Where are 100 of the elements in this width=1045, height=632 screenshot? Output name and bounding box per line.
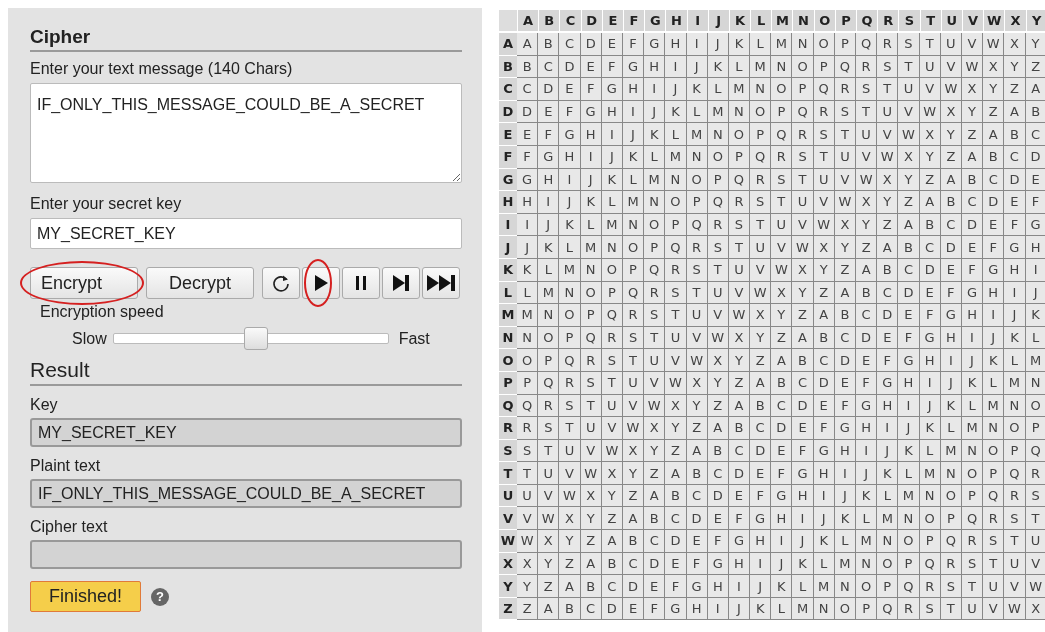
table-cell: E xyxy=(898,304,920,327)
table-cell: X xyxy=(898,145,920,169)
table-cell: E xyxy=(877,326,899,350)
table-cell: Z xyxy=(856,236,878,259)
table-cell: P xyxy=(1004,439,1026,463)
table-cell: W xyxy=(1025,575,1045,598)
row-header: G xyxy=(499,168,517,192)
column-header: B xyxy=(539,10,560,31)
reload-button[interactable] xyxy=(262,267,300,299)
table-cell: Y xyxy=(877,191,899,214)
field-label: Enter your secret key xyxy=(30,195,183,213)
table-cell: B xyxy=(559,597,581,621)
encrypt-button[interactable]: Encrypt xyxy=(30,267,138,299)
table-cell: O xyxy=(644,213,666,237)
table-cell: B xyxy=(728,417,751,440)
table-cell: Y xyxy=(856,213,878,237)
table-cell: P xyxy=(644,236,666,259)
table-cell: S xyxy=(877,55,899,79)
table-cell: L xyxy=(834,530,856,553)
table-cell: S xyxy=(1004,507,1026,531)
table-cell: T xyxy=(728,236,751,259)
table-cell: W xyxy=(517,530,539,553)
table-cell: U xyxy=(983,575,1005,598)
end-button[interactable] xyxy=(422,267,460,299)
table-cell: O xyxy=(792,55,814,79)
table-cell: B xyxy=(580,575,602,598)
table-cell: I xyxy=(665,55,687,79)
table-cell: O xyxy=(517,349,539,372)
play-button[interactable] xyxy=(302,267,340,299)
table-cell: T xyxy=(665,304,687,327)
table-cell: E xyxy=(1004,191,1026,214)
column-header: L xyxy=(751,10,772,31)
step-button[interactable] xyxy=(382,267,420,299)
table-cell: P xyxy=(1025,417,1045,440)
table-cell: D xyxy=(856,326,878,350)
table-cell: M xyxy=(1025,349,1045,372)
table-cell: L xyxy=(559,236,581,259)
table-cell: K xyxy=(1004,326,1026,350)
table-cell: E xyxy=(665,552,687,576)
table-cell: S xyxy=(898,33,920,56)
column-header: C xyxy=(560,10,581,31)
table-cell: W xyxy=(792,236,814,259)
table-cell: R xyxy=(1025,462,1045,485)
table-cell: K xyxy=(1025,304,1045,327)
table-cell: H xyxy=(771,507,793,531)
table-cell: W xyxy=(771,258,793,282)
table-cell: E xyxy=(517,123,539,146)
column-header: V xyxy=(962,10,984,31)
table-cell: L xyxy=(856,507,878,531)
table-cell: X xyxy=(665,394,687,418)
table-cell: E xyxy=(707,507,729,531)
table-cell: S xyxy=(517,439,539,463)
table-cell: W xyxy=(898,123,920,146)
field-label: Enter your text message (140 Chars) xyxy=(30,60,294,78)
table-cell: W xyxy=(728,304,751,327)
table-cell: M xyxy=(622,191,645,214)
table-cell: T xyxy=(750,213,772,237)
table-cell: O xyxy=(622,236,645,259)
table-cell: Y xyxy=(580,507,602,531)
message-field[interactable]: IF_ONLY_THIS_MESSAGE_COULD_BE_A_SECRET xyxy=(30,83,462,183)
table-cell: I xyxy=(538,191,560,214)
decrypt-button[interactable]: Decrypt xyxy=(146,267,254,299)
column-header: H xyxy=(666,10,687,31)
table-cell: N xyxy=(983,417,1005,440)
table-cell: L xyxy=(750,33,772,56)
table-cell: X xyxy=(856,191,878,214)
key-field[interactable]: MY_SECRET_KEY xyxy=(30,218,462,249)
table-cell: V xyxy=(771,236,793,259)
slider-thumb[interactable] xyxy=(244,327,269,350)
readonly-field: MY_SECRET_KEY xyxy=(30,418,462,447)
table-cell: X xyxy=(538,530,560,553)
table-cell: B xyxy=(792,349,814,372)
table-cell: J xyxy=(517,236,539,259)
table-cell: J xyxy=(707,33,729,56)
table-cell: D xyxy=(983,191,1005,214)
table-cell: V xyxy=(983,597,1005,621)
table-cell: R xyxy=(750,168,772,192)
table-cell: Y xyxy=(771,304,793,327)
table-cell: J xyxy=(665,78,687,101)
table-cell: A xyxy=(1004,100,1026,124)
table-cell: G xyxy=(877,371,899,395)
table-cell: M xyxy=(665,145,687,169)
table-cell: Z xyxy=(898,191,920,214)
table-cell: C xyxy=(1025,123,1045,146)
table-cell: X xyxy=(517,552,539,576)
table-cell: H xyxy=(898,371,920,395)
table-cell: H xyxy=(517,191,539,214)
pause-button[interactable] xyxy=(342,267,380,299)
help-icon[interactable]: ? xyxy=(151,587,170,606)
table-cell: G xyxy=(856,394,878,418)
table-cell: J xyxy=(538,213,560,237)
table-cell: J xyxy=(898,417,920,440)
table-cell: T xyxy=(856,100,878,124)
table-cell: H xyxy=(919,349,941,372)
row-header: E xyxy=(499,123,517,146)
table-cell: A xyxy=(665,462,687,485)
table-cell: G xyxy=(792,462,814,485)
speed-slider[interactable] xyxy=(112,327,389,350)
table-cell: H xyxy=(1025,236,1045,259)
table-cell: F xyxy=(877,349,899,372)
